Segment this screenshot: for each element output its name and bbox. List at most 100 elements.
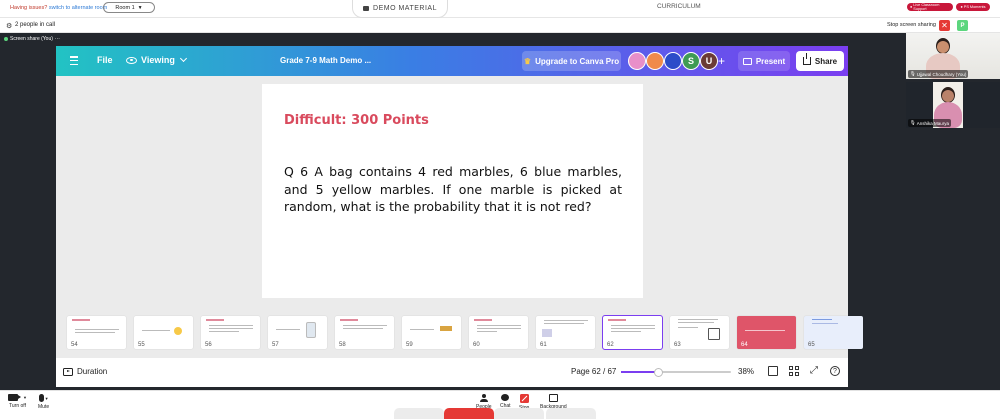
- live-dot-icon: [4, 37, 8, 41]
- screen-layout-button[interactable]: [394, 408, 444, 419]
- share-button[interactable]: Share: [796, 51, 844, 71]
- collaborator-avatar-s[interactable]: S: [682, 52, 700, 70]
- crown-icon: ♛: [523, 56, 532, 66]
- support-dot-icon: ●: [910, 5, 913, 9]
- caret-down-icon: ▼: [137, 4, 143, 11]
- menu-icon[interactable]: [70, 56, 78, 65]
- background-icon: [548, 394, 558, 402]
- camera-toggle-label: Turn off: [9, 403, 26, 409]
- demo-material-tab[interactable]: DEMO MATERIAL: [352, 0, 448, 18]
- person-face: [942, 90, 954, 102]
- slide-thumbnail[interactable]: 55: [134, 316, 193, 349]
- ps-moments-label: PS Moments: [963, 5, 986, 9]
- file-menu[interactable]: File: [97, 55, 113, 65]
- demo-material-label: DEMO MATERIAL: [373, 5, 437, 12]
- whiteboard-button[interactable]: [546, 408, 596, 419]
- zoom-value[interactable]: 38%: [738, 367, 754, 376]
- video-tile-self[interactable]: 🎙 Ujjawal Choudhary (You): [906, 33, 1000, 79]
- live-support-button[interactable]: ● Live Classroom Support: [907, 3, 953, 11]
- stop-sharing-close-button[interactable]: ✕: [939, 20, 950, 31]
- stop-share-icon: [519, 394, 529, 403]
- meeting-controls-bar: ▼ Turn off ▼ Mute People Chat Stop Backg…: [0, 390, 1000, 419]
- moments-dot-icon: ●: [960, 5, 963, 9]
- slide-thumbnail[interactable]: 64: [737, 316, 796, 349]
- slide-thumbnail[interactable]: 58: [335, 316, 394, 349]
- people-icon: [479, 394, 488, 402]
- help-icon[interactable]: ?: [830, 366, 840, 376]
- viewing-menu[interactable]: Viewing: [126, 54, 187, 65]
- slide-heading: Difficult: 300 Points: [284, 113, 429, 128]
- leave-call-button[interactable]: [444, 408, 494, 419]
- user-initial-avatar[interactable]: P: [957, 20, 968, 31]
- present-label: Present: [755, 56, 786, 66]
- slide-thumbnail[interactable]: 60: [469, 316, 528, 349]
- fullscreen-icon[interactable]: ⤢: [810, 366, 820, 376]
- page-indicator[interactable]: Page 62 / 67: [571, 367, 616, 376]
- room-select-value: Room 1: [115, 4, 135, 11]
- chat-button[interactable]: Chat: [500, 394, 511, 409]
- caret-down-icon[interactable]: ▼: [23, 395, 27, 400]
- more-options-icon[interactable]: ···: [55, 36, 60, 42]
- share-label: Share: [814, 56, 838, 66]
- present-button[interactable]: Present: [738, 51, 790, 71]
- share-upload-icon: [802, 53, 811, 65]
- collaborator-avatar[interactable]: [628, 52, 646, 70]
- zoom-slider-fill: [621, 371, 659, 373]
- mute-button[interactable]: ▼ Mute: [38, 394, 49, 410]
- slide-thumbnail[interactable]: 61: [536, 316, 595, 349]
- canva-bottom-bar: Duration Page 62 / 67 38% ⤢ ?: [56, 358, 848, 387]
- slide-thumbnail[interactable]: 57: [268, 316, 327, 349]
- chat-icon: [501, 394, 510, 401]
- upgrade-button[interactable]: ♛ Upgrade to Canva Pro: [522, 51, 621, 71]
- slide-canvas[interactable]: Difficult: 300 Points Q 6 A bag contains…: [262, 84, 643, 298]
- caret-down-icon[interactable]: ▼: [45, 396, 49, 401]
- chevron-down-icon: [179, 54, 187, 63]
- camera-icon: [8, 394, 21, 401]
- zoom-slider-handle[interactable]: [653, 367, 663, 377]
- slide-thumbnail[interactable]: 63: [670, 316, 729, 349]
- grid-view-icon[interactable]: [789, 366, 799, 376]
- slide-thumbnail-current[interactable]: 62: [602, 315, 663, 350]
- stop-sharing-label: Stop screen sharing: [887, 22, 936, 28]
- slide-thumbnail[interactable]: 65: [804, 316, 863, 349]
- collaborator-avatar-u[interactable]: U: [700, 52, 718, 70]
- screen-share-tab[interactable]: Screen share (You) ···: [0, 33, 75, 45]
- person-face: [937, 41, 949, 53]
- slide-thumbnail[interactable]: 56: [201, 316, 260, 349]
- upgrade-label: Upgrade to Canva Pro: [535, 56, 620, 66]
- slide-thumbnail[interactable]: 59: [402, 316, 461, 349]
- alternate-room-link[interactable]: switch to alternate room: [49, 5, 107, 11]
- slide-thumbnails: 54 55 56 57 58 59 60 61 62 63 64 65: [56, 315, 863, 352]
- add-collaborator-button[interactable]: +: [718, 54, 725, 68]
- room-select[interactable]: Room 1 ▼: [103, 2, 155, 13]
- video-name-label: 🎙 Ujjawal Choudhary (You): [908, 70, 969, 78]
- canva-window: File Viewing Grade 7-9 Math Demo ... ♛ U…: [56, 46, 863, 387]
- folder-icon: [363, 6, 370, 11]
- mic-icon: 🎙: [910, 71, 916, 76]
- video-name-label: 🎙 Anshika Maurya: [908, 119, 951, 127]
- gear-icon[interactable]: ⚙: [6, 22, 12, 30]
- camera-toggle-button[interactable]: ▼ Turn off: [8, 394, 27, 409]
- slide-question: Q 6 A bag contains 4 red marbles, 6 blue…: [284, 164, 622, 214]
- viewing-label: Viewing: [141, 55, 175, 65]
- present-icon: [742, 57, 752, 65]
- ps-moments-button[interactable]: ● PS Moments: [956, 3, 990, 11]
- issues-notice: Having issues? switch to alternate room: [10, 5, 107, 11]
- curriculum-tab[interactable]: CURRICULUM: [657, 3, 701, 10]
- microphone-icon: [38, 394, 44, 402]
- eye-icon: [126, 56, 137, 64]
- top-bar: Having issues? switch to alternate room …: [0, 0, 1000, 18]
- mute-label: Mute: [38, 404, 50, 410]
- document-title[interactable]: Grade 7-9 Math Demo ...: [280, 56, 371, 65]
- people-count: 2 people in call: [15, 22, 56, 28]
- video-tile-participant[interactable]: 🎙 Anshika Maurya: [906, 82, 1000, 128]
- play-icon: [63, 367, 73, 376]
- issues-text: Having issues?: [10, 5, 48, 11]
- duration-button[interactable]: Duration: [63, 367, 107, 376]
- slide-thumbnail[interactable]: 54: [67, 316, 126, 349]
- share-screen-button[interactable]: [494, 408, 544, 419]
- zoom-slider[interactable]: [621, 367, 731, 377]
- collaborator-avatar[interactable]: [664, 52, 682, 70]
- notes-icon[interactable]: [768, 366, 778, 376]
- collaborator-avatar[interactable]: [646, 52, 664, 70]
